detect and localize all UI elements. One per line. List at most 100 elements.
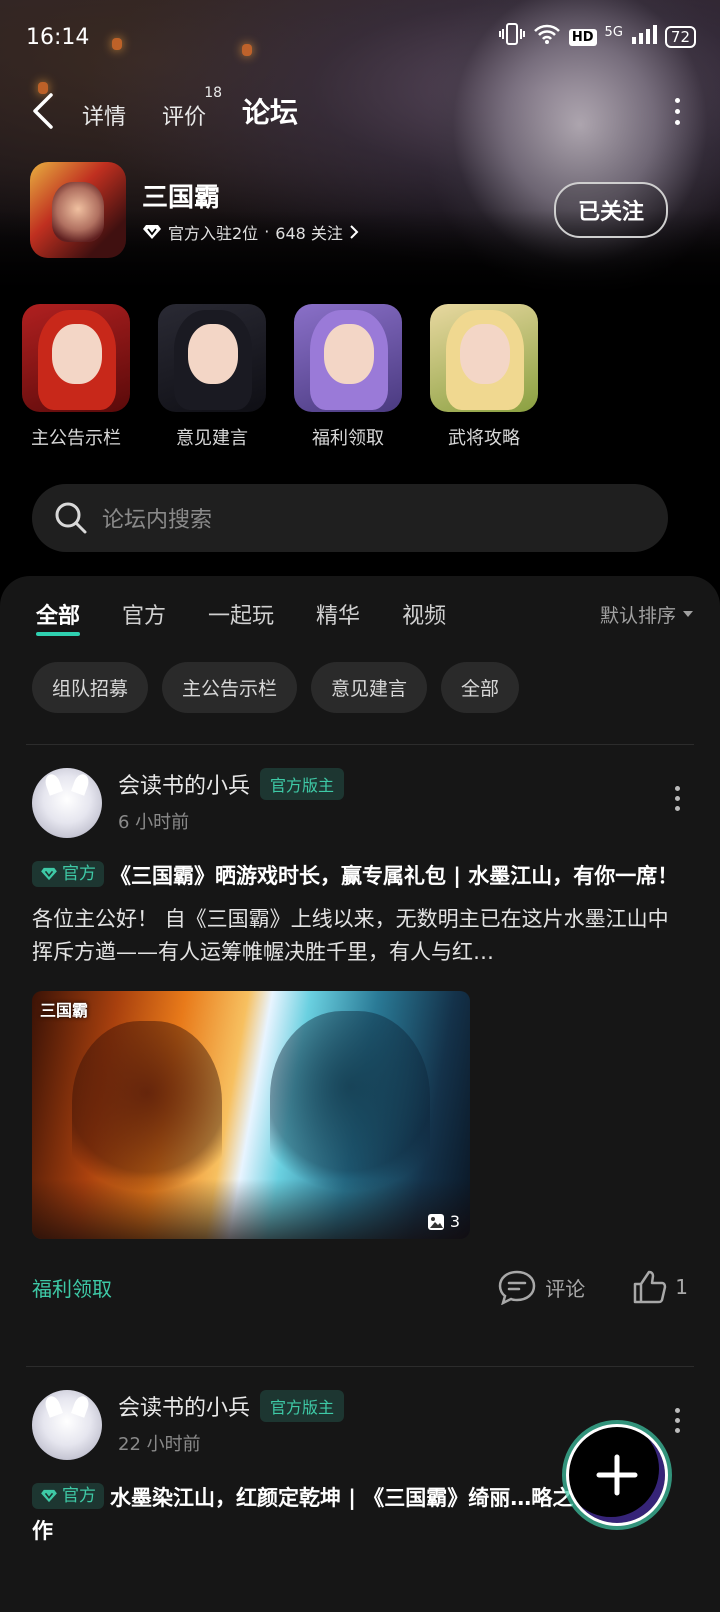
official-tag: 官方	[32, 861, 104, 887]
diamond-icon	[41, 1489, 57, 1503]
game-meta[interactable]: 官方入驻2位 · 648 关注	[142, 220, 554, 244]
filter-tab-official[interactable]: 官方	[122, 598, 166, 630]
comment-button[interactable]: 评论	[497, 1269, 585, 1305]
tab-details[interactable]: 详情	[82, 99, 126, 131]
tab-forum[interactable]: 论坛	[242, 91, 299, 135]
back-button[interactable]	[32, 91, 62, 131]
official-tag-label: 官方	[62, 1485, 96, 1506]
game-icon[interactable]	[30, 162, 126, 258]
shortcut-guides[interactable]: 武将攻略	[430, 304, 538, 450]
image-figure-left	[72, 1021, 222, 1201]
official-tag-label: 官方	[62, 863, 96, 884]
status-bar: 16:14 HD 5G 72	[26, 22, 696, 52]
nav-tabs: 详情 评价 18 论坛	[82, 85, 299, 135]
plus-icon	[596, 1454, 638, 1496]
sort-dropdown[interactable]: 默认排序	[600, 601, 694, 628]
sort-label: 默认排序	[599, 604, 676, 627]
back-arrow-icon	[33, 93, 53, 129]
shortcut-label: 福利领取	[312, 428, 384, 449]
like-count: 1	[675, 1275, 688, 1299]
shortcut-guides-image	[430, 304, 538, 412]
post-footer: 福利领取 评论 1	[32, 1269, 688, 1305]
image-ground	[32, 1179, 470, 1239]
post-author-row: 会读书的小兵 官方版主	[118, 768, 675, 800]
shortcut-label: 武将攻略	[448, 428, 520, 449]
shortcut-feedback-image	[158, 304, 266, 412]
network-type: 5G	[604, 24, 623, 40]
status-time: 16:14	[26, 24, 90, 50]
chip-announcements[interactable]: 主公告示栏	[162, 662, 298, 713]
meta-separator: ·	[264, 222, 270, 241]
moderator-badge: 官方版主	[260, 1390, 345, 1422]
chip-team-recruit[interactable]: 组队招募	[32, 662, 149, 713]
follow-button[interactable]: 已关注	[553, 182, 668, 238]
filter-tab-play-together[interactable]: 一起玩	[208, 598, 274, 630]
shortcut-rewards[interactable]: 福利领取	[294, 304, 402, 450]
post-header: 会读书的小兵 官方版主 6 小时前	[32, 768, 688, 838]
image-figure-right	[270, 1011, 430, 1201]
top-nav: 详情 评价 18 论坛	[32, 85, 680, 135]
image-logo: 三国霸	[40, 1001, 89, 1020]
post-excerpt[interactable]: 各位主公好！ 自《三国霸》上线以来，无数明主已在这片水墨江山中挥斥方遒——有人运…	[32, 903, 688, 969]
follower-count: 648 关注	[275, 223, 343, 243]
post-more-icon[interactable]	[675, 786, 680, 811]
divider	[26, 744, 694, 745]
post-image[interactable]: 三国霸 3	[32, 991, 470, 1239]
filter-tab-video[interactable]: 视频	[402, 598, 446, 630]
battery-icon: 72	[664, 26, 696, 48]
create-post-button[interactable]	[566, 1424, 668, 1526]
hd-icon: HD	[568, 28, 597, 46]
like-button[interactable]: 1	[631, 1269, 688, 1305]
post-more-icon[interactable]	[675, 1408, 680, 1433]
reviews-count-badge: 18	[204, 85, 223, 101]
chevron-right-icon	[350, 224, 359, 239]
shortcut-rewards-image	[294, 304, 402, 412]
divider	[26, 1366, 694, 1367]
category-chips: 组队招募 主公告示栏 意见建言 全部	[32, 662, 520, 713]
shortcut-label: 主公告示栏	[31, 428, 121, 449]
forum-shortcuts: 主公告示栏 意见建言 福利领取 武将攻略	[22, 304, 538, 450]
post-title-text: 《三国霸》晒游戏时长，赢专属礼包 | 水墨江山，有你一席！	[110, 864, 679, 888]
post-author-info: 会读书的小兵 官方版主 6 小时前	[118, 768, 675, 834]
shortcut-announcements[interactable]: 主公告示栏	[22, 304, 130, 450]
signal-icon	[631, 23, 657, 51]
game-name: 三国霸	[142, 182, 221, 213]
forum-search-input[interactable]: 论坛内搜索	[32, 484, 668, 552]
game-info: 三国霸 官方入驻2位 · 648 关注	[142, 177, 554, 244]
wifi-icon	[533, 23, 561, 51]
thumbs-up-icon	[634, 1270, 667, 1304]
tab-reviews[interactable]: 评价 18	[162, 85, 222, 131]
tab-reviews-label: 评价	[162, 105, 207, 130]
search-placeholder: 论坛内搜索	[102, 508, 213, 533]
search-icon	[55, 502, 87, 534]
image-count: 3	[427, 1212, 460, 1231]
filter-tab-featured[interactable]: 精华	[316, 598, 360, 630]
game-header: 三国霸 官方入驻2位 · 648 关注 已关注	[30, 162, 668, 258]
image-count-value: 3	[449, 1212, 460, 1231]
shortcut-feedback[interactable]: 意见建言	[158, 304, 266, 450]
author-name[interactable]: 会读书的小兵	[118, 1390, 250, 1422]
gallery-icon	[427, 1213, 444, 1230]
caret-down-icon	[683, 611, 693, 617]
vibrate-icon	[498, 22, 525, 52]
avatar[interactable]	[32, 768, 102, 838]
author-name[interactable]: 会读书的小兵	[118, 768, 250, 800]
diamond-icon	[41, 867, 57, 881]
avatar[interactable]	[32, 1390, 102, 1460]
chip-feedback[interactable]: 意见建言	[311, 662, 428, 713]
moderator-badge: 官方版主	[260, 768, 345, 800]
comment-icon	[499, 1270, 536, 1305]
feed-filter-tabs: 全部 官方 一起玩 精华 视频 默认排序	[36, 598, 694, 636]
post-author-row: 会读书的小兵 官方版主	[118, 1390, 675, 1422]
shortcut-label: 意见建言	[176, 428, 248, 449]
chip-all[interactable]: 全部	[441, 662, 520, 713]
post-card[interactable]: 会读书的小兵 官方版主 6 小时前 官方 《三国霸》晒游戏时长，赢专属礼包 | …	[32, 768, 688, 1305]
filter-tab-all[interactable]: 全部	[36, 598, 81, 636]
post-time: 6 小时前	[118, 812, 190, 833]
diamond-icon	[143, 224, 161, 239]
more-menu-icon[interactable]	[675, 97, 680, 125]
post-title[interactable]: 官方 《三国霸》晒游戏时长，赢专属礼包 | 水墨江山，有你一席！	[32, 860, 688, 893]
official-tag: 官方	[32, 1483, 104, 1509]
post-topic-link[interactable]: 福利领取	[32, 1273, 451, 1302]
status-icons: HD 5G 72	[498, 22, 696, 52]
